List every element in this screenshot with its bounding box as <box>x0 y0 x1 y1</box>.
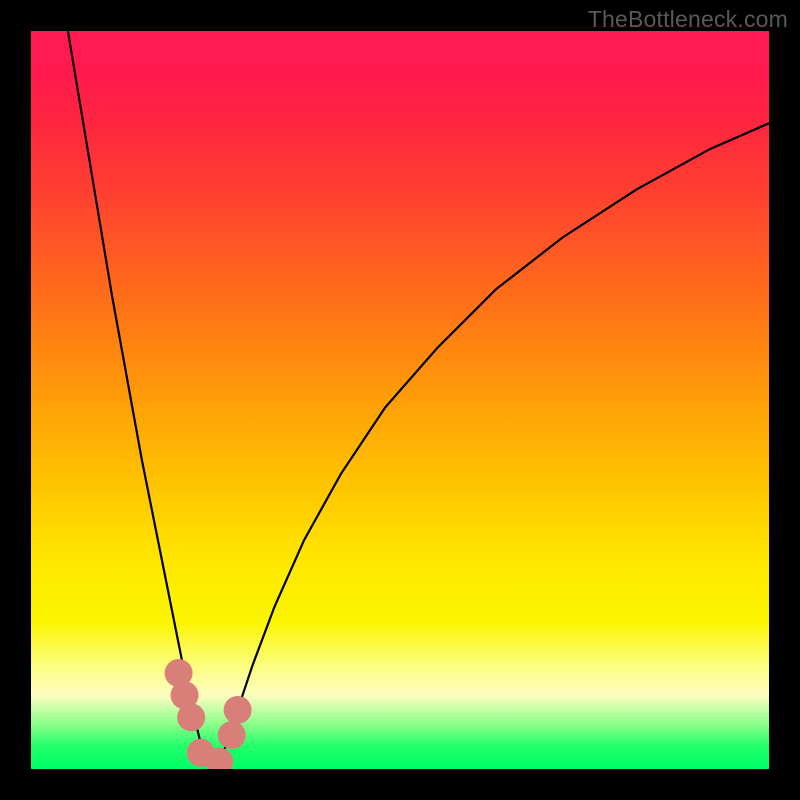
watermark-text: TheBottleneck.com <box>588 6 788 33</box>
plot-frame <box>31 31 769 769</box>
data-marker <box>218 721 246 749</box>
data-marker <box>224 696 252 724</box>
plot-area <box>31 31 769 769</box>
data-marker <box>177 703 205 731</box>
marker-layer <box>31 31 769 769</box>
